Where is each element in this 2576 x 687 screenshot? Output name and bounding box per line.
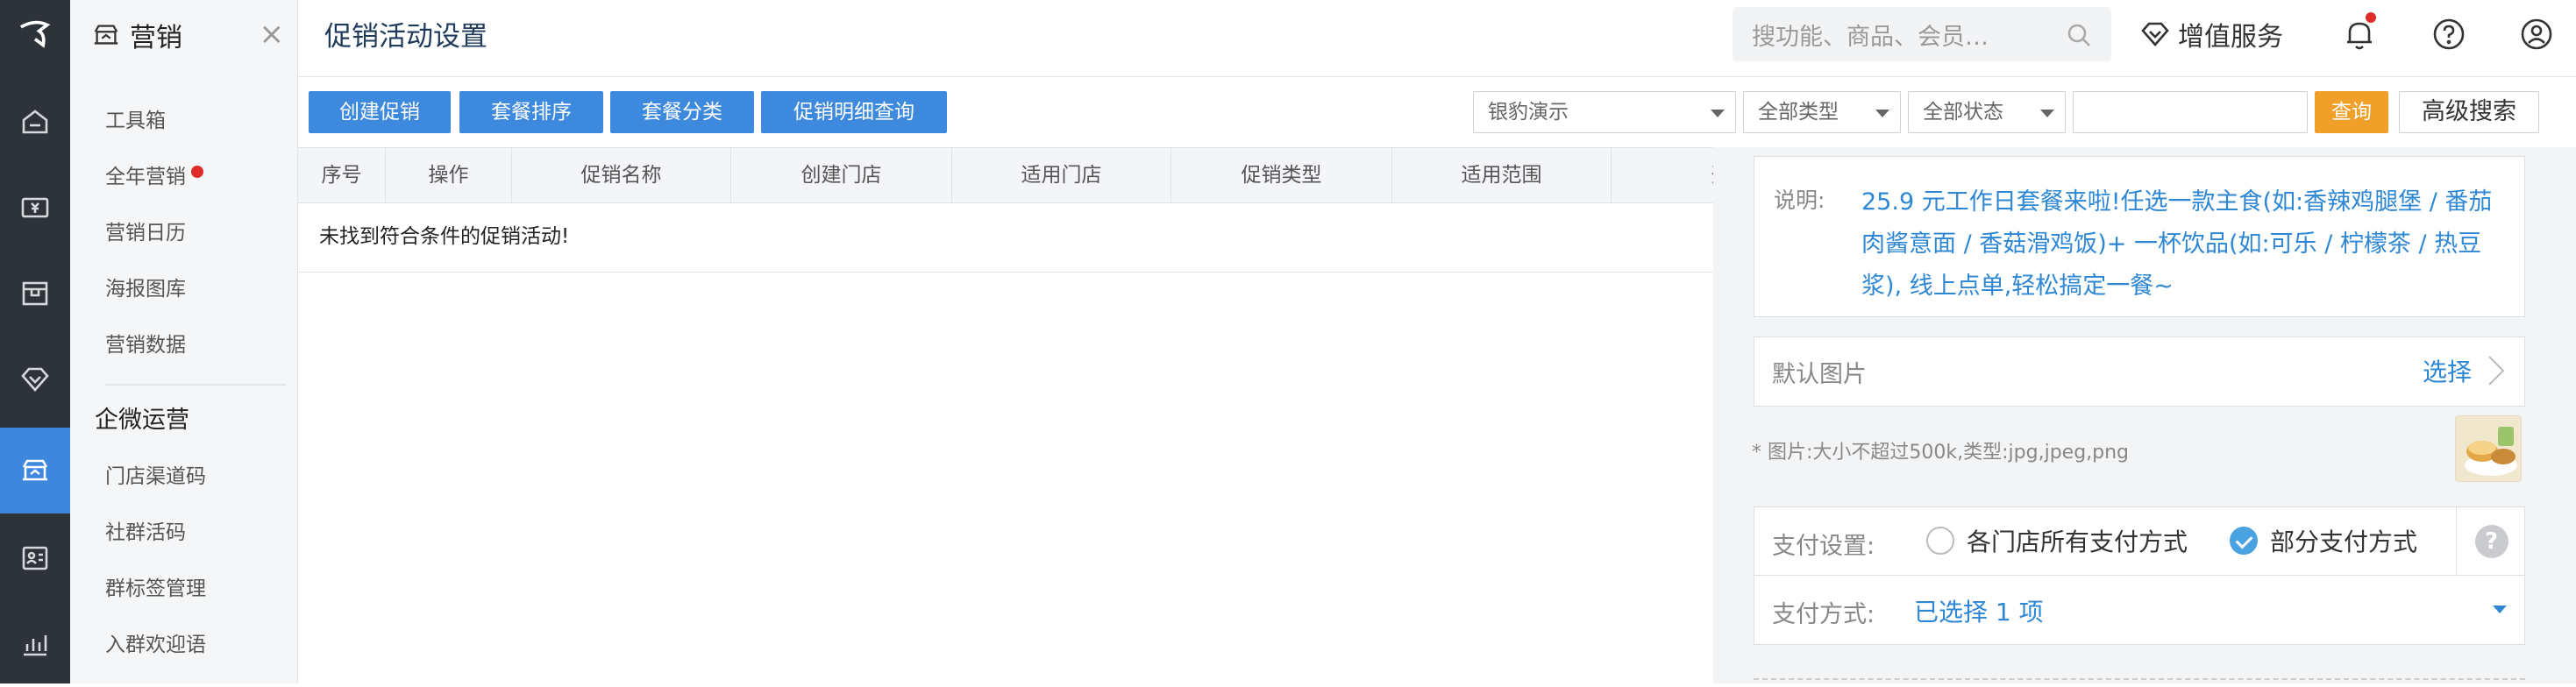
row-divider bbox=[298, 272, 1719, 273]
home-icon[interactable] bbox=[0, 79, 70, 165]
column-header[interactable]: 促销类型 bbox=[1171, 148, 1392, 202]
chevron-down-icon bbox=[2040, 110, 2054, 117]
page-title: 促销活动设置 bbox=[324, 21, 487, 53]
query-button[interactable]: 查询 bbox=[2315, 91, 2388, 133]
table-header: 序号 操作 促销名称 创建门店 适用门店 促销类型 适用范围 开 bbox=[298, 147, 1719, 203]
search-icon[interactable] bbox=[2066, 22, 2092, 48]
notification-dot bbox=[2366, 12, 2376, 23]
user-icon[interactable] bbox=[2518, 16, 2555, 53]
radio-all-payment-methods[interactable]: 各门店所有支付方式 bbox=[1926, 523, 2188, 558]
default-image-label: 默认图片 bbox=[1772, 361, 1867, 388]
menu-item-toolbox[interactable]: 工具箱 bbox=[105, 103, 166, 138]
radio-checked[interactable] bbox=[2230, 527, 2258, 555]
diamond-icon bbox=[2141, 22, 2169, 46]
menu-title: 营销 bbox=[130, 23, 182, 53]
help-icon[interactable] bbox=[2430, 16, 2467, 53]
description-field[interactable]: 说明: 25.9 元工作日套餐来啦!任选一款主食(如:香辣鸡腿堡 / 番茄肉酱意… bbox=[1754, 156, 2525, 317]
column-header[interactable]: 促销名称 bbox=[512, 148, 731, 202]
type-select[interactable]: 全部类型 bbox=[1743, 91, 1901, 133]
chevron-right-icon bbox=[2486, 353, 2507, 388]
promotion-detail-query-button[interactable]: 促销明细查询 bbox=[761, 91, 947, 133]
menu-group-wecom: 企微运营 bbox=[95, 407, 189, 434]
food-thumbnail[interactable] bbox=[2455, 415, 2522, 482]
close-icon[interactable]: × bbox=[260, 19, 285, 49]
marketing-menu: 营销 × 工具箱 全年营销 营销日历 海报图库 营销数据 企微运营 门店渠道码 … bbox=[70, 0, 298, 683]
payment-method-label: 支付方式: bbox=[1772, 601, 1875, 628]
bell-icon[interactable] bbox=[2341, 12, 2378, 53]
create-promotion-button[interactable]: 创建促销 bbox=[309, 91, 451, 133]
menu-item-group-tag[interactable]: 群标签管理 bbox=[105, 571, 206, 606]
vcard-icon[interactable] bbox=[0, 515, 70, 601]
top-bar: 促销活动设置 搜功能、商品、会员… 增值服务 bbox=[298, 0, 2576, 77]
promotion-settings-panel: 说明: 25.9 元工作日套餐来啦!任选一款主食(如:香辣鸡腿堡 / 番茄肉酱意… bbox=[1713, 147, 2576, 683]
radio-unchecked[interactable] bbox=[1926, 527, 1954, 555]
chart-icon[interactable] bbox=[0, 601, 70, 687]
question-icon: ? bbox=[2474, 525, 2508, 558]
menu-item-welcome-message[interactable]: 入群欢迎语 bbox=[105, 627, 206, 662]
icon-rail bbox=[0, 0, 70, 683]
column-header[interactable]: 开 bbox=[1612, 148, 1719, 202]
status-select[interactable]: 全部状态 bbox=[1908, 91, 2066, 133]
notification-dot bbox=[191, 166, 203, 178]
search-placeholder: 搜功能、商品、会员… bbox=[1752, 23, 1989, 51]
menu-item-group-live-code[interactable]: 社群活码 bbox=[105, 515, 186, 550]
menu-item-annual-marketing[interactable]: 全年营销 bbox=[105, 159, 203, 195]
payment-settings-field: 支付设置: 各门店所有支付方式 部分支付方式 ? bbox=[1754, 506, 2525, 577]
menu-item-marketing-data[interactable]: 营销数据 bbox=[105, 328, 186, 363]
select-image-link[interactable]: 选择 bbox=[2423, 353, 2472, 388]
description-label: 说明: bbox=[1774, 188, 1825, 213]
search-input[interactable]: 搜功能、商品、会员… bbox=[1733, 7, 2111, 61]
box-icon[interactable] bbox=[0, 251, 70, 336]
column-header[interactable]: 创建门店 bbox=[731, 148, 952, 202]
menu-header: 营销 × bbox=[91, 12, 284, 58]
payment-method-select[interactable]: 支付方式: 已选择 1 项 bbox=[1754, 575, 2525, 645]
chevron-down-icon bbox=[2493, 606, 2507, 613]
menu-item-poster-gallery[interactable]: 海报图库 bbox=[105, 272, 186, 307]
column-header[interactable]: 适用范围 bbox=[1392, 148, 1612, 202]
help-button[interactable]: ? bbox=[2456, 507, 2526, 576]
image-hint: * 图片:大小不超过500k,类型:jpg,jpeg,png bbox=[1752, 442, 2130, 464]
payment-method-value: 已选择 1 项 bbox=[1914, 598, 2044, 627]
chevron-down-icon bbox=[1711, 110, 1725, 117]
empty-message: 未找到符合条件的促销活动! bbox=[319, 225, 570, 248]
column-header[interactable]: 操作 bbox=[386, 148, 512, 202]
store-select[interactable]: 银豹演示 bbox=[1473, 91, 1736, 133]
radio-partial-payment-methods[interactable]: 部分支付方式 bbox=[2230, 523, 2417, 558]
menu-divider bbox=[105, 384, 286, 386]
marketing-icon[interactable] bbox=[0, 428, 70, 513]
menu-item-store-channel-code[interactable]: 门店渠道码 bbox=[105, 459, 206, 494]
value-added-services-button[interactable]: 增值服务 bbox=[2139, 12, 2283, 56]
package-sort-button[interactable]: 套餐排序 bbox=[459, 91, 603, 133]
payment-settings-label: 支付设置: bbox=[1772, 533, 1875, 560]
menu-item-calendar[interactable]: 营销日历 bbox=[105, 216, 186, 251]
app-logo-icon[interactable] bbox=[0, 0, 70, 70]
package-category-button[interactable]: 套餐分类 bbox=[610, 91, 754, 133]
keyword-input[interactable] bbox=[2073, 91, 2308, 133]
chevron-down-icon bbox=[1875, 110, 1889, 117]
wallet-icon[interactable] bbox=[0, 165, 70, 251]
default-image-field[interactable]: 默认图片 选择 bbox=[1754, 336, 2525, 407]
diamond-icon[interactable] bbox=[0, 336, 70, 422]
column-header[interactable]: 适用门店 bbox=[952, 148, 1171, 202]
dashed-divider bbox=[1754, 678, 2525, 680]
description-text: 25.9 元工作日套餐来啦!任选一款主食(如:香辣鸡腿堡 / 番茄肉酱意面 / … bbox=[1861, 188, 2493, 300]
marketing-small-icon bbox=[94, 25, 118, 45]
column-header[interactable]: 序号 bbox=[298, 148, 386, 202]
advanced-search-button[interactable]: 高级搜索 bbox=[2399, 91, 2539, 133]
